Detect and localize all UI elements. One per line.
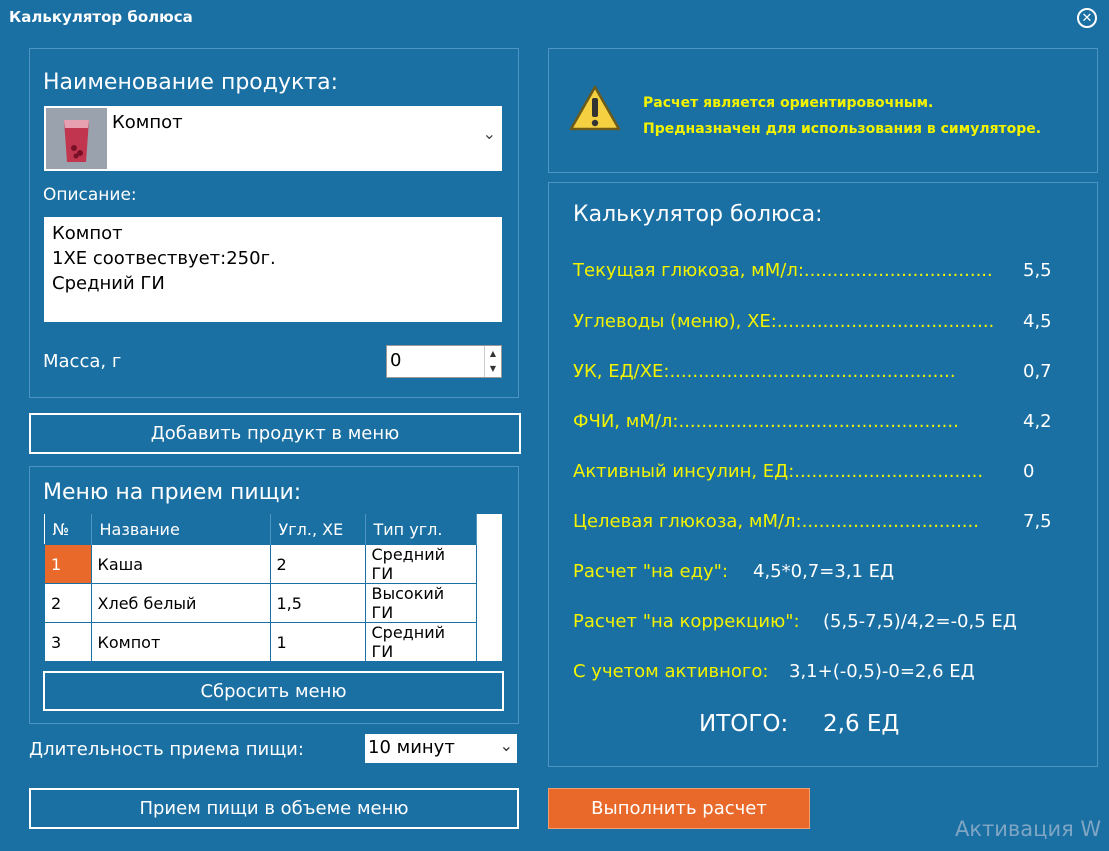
add-to-menu-button[interactable]: Добавить продукт в меню — [29, 413, 521, 454]
product-thumbnail — [46, 108, 107, 169]
table-cell[interactable]: Каша — [90, 544, 271, 584]
table-cell[interactable]: Средний ГИ — [364, 544, 477, 584]
calculator-title: Калькулятор болюса: — [573, 202, 823, 227]
carbs-value: 4,5 — [1023, 311, 1052, 332]
stepper-arrows[interactable]: ▲ ▼ — [484, 346, 501, 377]
description-line: 1ХЕ соотвествует:250г. — [52, 248, 276, 269]
column-header[interactable]: Угл., ХЕ — [270, 514, 366, 545]
active-adjusted-label: С учетом активного: — [573, 661, 769, 682]
table-cell[interactable]: Высокий ГИ — [364, 583, 477, 623]
window-title: Калькулятор болюса — [9, 8, 193, 26]
table-cell[interactable]: Хлеб белый — [90, 583, 271, 623]
column-header[interactable]: № — [44, 514, 92, 545]
table-cell[interactable]: 1 — [44, 544, 92, 584]
chevron-down-icon: ⌄ — [482, 124, 496, 143]
total-value: 2,6 ЕД — [823, 711, 900, 737]
current-glucose-value: 5,5 — [1023, 260, 1052, 281]
sensitivity-label: ФЧИ, мМ/л:..............................… — [573, 411, 959, 432]
duration-select[interactable]: 10 минут ⌄ — [365, 734, 517, 763]
menu-label: Меню на прием пищи: — [43, 480, 302, 505]
total-label: ИТОГО: — [699, 711, 789, 737]
active-adjusted-value: 3,1+(-0,5)-0=2,6 ЕД — [789, 661, 975, 682]
mass-value: 0 — [390, 350, 402, 371]
product-select[interactable]: Компот ⌄ — [44, 106, 502, 171]
warning-icon — [569, 84, 621, 132]
reset-menu-button[interactable]: Сбросить меню — [43, 671, 504, 711]
table-cell[interactable]: 3 — [44, 622, 92, 662]
product-label: Наименование продукта: — [43, 70, 338, 95]
carb-ratio-label: УК, ЕД/ХЕ:..............................… — [573, 361, 956, 382]
calculate-button[interactable]: Выполнить расчет — [548, 788, 810, 829]
activation-watermark: Активация W — [955, 817, 1102, 841]
product-selected-value: Компот — [112, 112, 183, 133]
target-glucose-label: Целевая глюкоза, мМ/л:..................… — [573, 511, 979, 532]
carb-ratio-value: 0,7 — [1023, 361, 1052, 382]
sensitivity-value: 4,2 — [1023, 411, 1052, 432]
table-cell[interactable]: Средний ГИ — [364, 622, 477, 662]
active-insulin-value: 0 — [1023, 461, 1035, 482]
duration-label: Длительность приема пищи: — [29, 739, 304, 760]
close-icon[interactable]: ✕ — [1077, 8, 1097, 28]
table-row[interactable]: 2 Хлеб белый 1,5 Высокий ГИ — [44, 583, 477, 623]
correction-bolus-label: Расчет "на коррекцию": — [573, 611, 800, 632]
active-insulin-label: Активный инсулин, ЕД:...................… — [573, 461, 984, 482]
current-glucose-label: Текущая глюкоза, мМ/л:..................… — [573, 260, 993, 281]
description-label: Описание: — [43, 185, 137, 205]
warning-line-1: Расчет является ориентировочным. — [643, 95, 934, 111]
table-cell[interactable]: 2 — [269, 544, 366, 584]
menu-table-container: № Название Угл., ХЕ Тип угл. 1 Каша 2 Ср… — [44, 514, 502, 662]
mass-label: Масса, г — [43, 351, 122, 372]
description-field[interactable]: Компот 1ХЕ соотвествует:250г. Средний ГИ — [44, 217, 502, 322]
description-line: Компот — [52, 223, 123, 244]
table-row[interactable]: 1 Каша 2 Средний ГИ — [44, 544, 477, 584]
menu-table: № Название Угл., ХЕ Тип угл. 1 Каша 2 Ср… — [44, 514, 477, 662]
table-cell[interactable]: 2 — [44, 583, 92, 623]
food-bolus-label: Расчет "на еду": — [573, 561, 729, 582]
table-row[interactable]: 3 Компот 1 Средний ГИ — [44, 622, 477, 662]
table-header-row: № Название Угл., ХЕ Тип угл. — [44, 514, 477, 545]
correction-bolus-value: (5,5-7,5)/4,2=-0,5 ЕД — [823, 611, 1017, 632]
table-cell[interactable]: Компот — [90, 622, 271, 662]
table-cell[interactable]: 1,5 — [269, 583, 366, 623]
chevron-down-icon: ⌄ — [499, 736, 513, 755]
description-line: Средний ГИ — [52, 273, 165, 294]
table-cell[interactable]: 1 — [269, 622, 366, 662]
duration-value: 10 минут — [368, 737, 455, 758]
food-bolus-value: 4,5*0,7=3,1 ЕД — [753, 561, 895, 582]
column-header[interactable]: Название — [91, 514, 271, 545]
carbs-label: Углеводы (меню), ХЕ:....................… — [573, 311, 995, 332]
mass-stepper[interactable]: 0 ▲ ▼ — [386, 345, 502, 378]
warning-line-2: Предназначен для использования в симулят… — [643, 121, 1042, 137]
target-glucose-value: 7,5 — [1023, 511, 1052, 532]
column-header[interactable]: Тип угл. — [365, 514, 477, 545]
eat-menu-button[interactable]: Прием пищи в объеме меню — [29, 788, 519, 829]
